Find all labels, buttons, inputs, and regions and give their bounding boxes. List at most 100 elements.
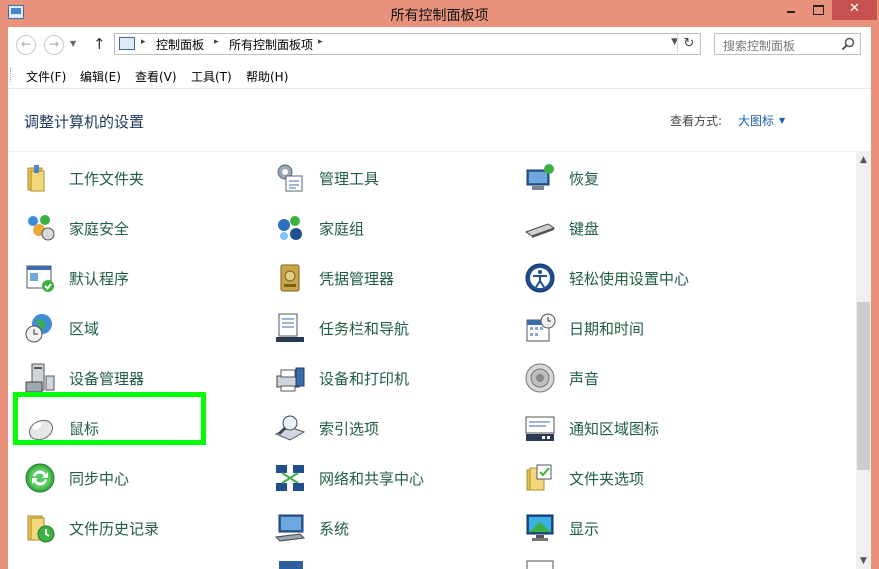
default-programs-icon: [26, 265, 54, 292]
cp-item-admin-tools[interactable]: 管理工具: [274, 159, 494, 197]
cp-item-partial[interactable]: [524, 555, 744, 569]
minimize-button[interactable]: [778, 0, 804, 20]
search-input[interactable]: 搜索控制面板: [723, 37, 795, 54]
cp-item-work-folders[interactable]: 工作文件夹: [24, 159, 244, 197]
cp-item-network[interactable]: 网络和共享中心: [274, 459, 494, 497]
work-folders-icon: [27, 165, 45, 192]
breadcrumb-separator[interactable]: ▸: [318, 37, 323, 47]
partial-icon: [279, 561, 303, 569]
cp-item-label: 设备管理器: [69, 370, 145, 388]
indexing-icon: [274, 415, 306, 441]
cp-item-label: 网络和共享中心: [319, 470, 425, 488]
credential-manager-icon: [280, 264, 300, 292]
cp-item-ease-of-access[interactable]: 轻松使用设置中心: [524, 259, 744, 297]
menu-help[interactable]: 帮助(H): [246, 68, 288, 85]
vertical-scrollbar[interactable]: ▲ ▼: [856, 152, 871, 569]
cp-item-folder-options[interactable]: 文件夹选项: [524, 459, 744, 497]
cp-item-label: 索引选项: [319, 420, 380, 438]
cp-item-family-safety[interactable]: 家庭安全: [24, 209, 244, 247]
date-time-icon: [526, 313, 556, 342]
cp-item-label: 文件历史记录: [69, 520, 160, 538]
refresh-button[interactable]: ↻: [677, 34, 700, 54]
admin-tools-icon: [277, 164, 303, 192]
address-bar[interactable]: ▸ 控制面板 ▸ 所有控制面板项 ▸ ▼ ↻: [114, 33, 701, 55]
scroll-thumb[interactable]: [857, 302, 870, 470]
cp-item-label: 设备和打印机: [319, 370, 410, 388]
cp-item-devices-printers[interactable]: 设备和打印机: [274, 359, 494, 397]
keyboard-icon: [524, 223, 556, 238]
cp-item-display[interactable]: 显示: [524, 509, 744, 547]
scroll-up-button[interactable]: ▲: [856, 152, 871, 168]
cp-item-label: 凭据管理器: [319, 270, 395, 288]
cp-item-homegroup[interactable]: 家庭组: [274, 209, 494, 247]
view-by-value: 大图标: [738, 114, 775, 128]
navigation-bar: ← → ▼ ↑ ▸ 控制面板 ▸ 所有控制面板项 ▸ ▼ ↻ 搜索控制面板: [8, 27, 871, 63]
partial-icon: [526, 560, 554, 569]
page-title: 调整计算机的设置: [24, 113, 145, 131]
selection-highlight: [13, 392, 206, 445]
cp-item-indexing[interactable]: 索引选项: [274, 409, 494, 447]
scroll-down-button[interactable]: ▼: [856, 553, 871, 569]
cp-item-label: 默认程序: [69, 270, 130, 288]
breadcrumb-separator[interactable]: ▸: [141, 37, 146, 47]
display-icon: [526, 514, 554, 541]
page-header: 调整计算机的设置 查看方式: 大图标 ▼: [8, 89, 871, 152]
cp-item-sync-center[interactable]: 同步中心: [24, 459, 244, 497]
cp-item-file-history[interactable]: 文件历史记录: [24, 509, 244, 547]
close-button[interactable]: ✕: [832, 0, 877, 20]
cp-item-credential-manager[interactable]: 凭据管理器: [274, 259, 494, 297]
breadcrumb-all-items[interactable]: 所有控制面板项: [229, 36, 313, 53]
cp-item-region[interactable]: 区域: [24, 309, 244, 347]
menu-tools[interactable]: 工具(T): [191, 68, 232, 85]
menu-file[interactable]: 文件(F): [26, 68, 66, 85]
maximize-button[interactable]: [805, 0, 831, 20]
cp-item-keyboard[interactable]: 键盘: [524, 209, 744, 247]
cp-item-sound[interactable]: 声音: [524, 359, 744, 397]
region-icon: [25, 314, 52, 343]
back-button[interactable]: ←: [16, 35, 36, 55]
cp-item-system[interactable]: 系统: [274, 509, 494, 547]
folder-options-icon: [526, 464, 552, 491]
minimize-icon: [787, 11, 795, 13]
cp-item-label: 显示: [569, 520, 600, 538]
cp-item-label: 通知区域图标: [569, 420, 660, 438]
breadcrumb-separator[interactable]: ▸: [214, 37, 219, 47]
cp-item-label: 键盘: [569, 220, 600, 238]
network-icon: [276, 465, 304, 491]
menu-grip: [10, 68, 13, 82]
cp-item-label: 家庭安全: [69, 220, 130, 238]
recent-locations-dropdown[interactable]: ▼: [70, 39, 76, 48]
menu-view[interactable]: 查看(V): [135, 68, 177, 85]
up-button[interactable]: ↑: [93, 35, 106, 53]
search-box[interactable]: 搜索控制面板: [714, 33, 861, 55]
cp-item-label: 任务栏和导航: [319, 320, 410, 338]
menu-bar: 文件(F) 编辑(E) 查看(V) 工具(T) 帮助(H): [8, 64, 871, 89]
cp-item-date-time[interactable]: 日期和时间: [524, 309, 744, 347]
window-title: 所有控制面板项: [390, 8, 489, 24]
cp-item-label: 工作文件夹: [69, 170, 145, 188]
cp-item-taskbar[interactable]: 任务栏和导航: [274, 309, 494, 347]
cp-item-label: 管理工具: [319, 170, 380, 188]
cp-item-recovery[interactable]: 恢复: [524, 159, 744, 197]
sound-icon: [525, 363, 555, 393]
cp-item-label: 家庭组: [319, 220, 365, 238]
cp-item-label: 日期和时间: [569, 320, 645, 338]
view-by-label: 查看方式:: [670, 114, 723, 128]
chevron-down-icon: ▼: [779, 116, 786, 125]
device-manager-icon: [25, 363, 55, 393]
cp-item-notification-area[interactable]: 通知区域图标: [524, 409, 744, 447]
window-frame: ← → ▼ ↑ ▸ 控制面板 ▸ 所有控制面板项 ▸ ▼ ↻ 搜索控制面板 文件…: [8, 27, 871, 569]
devices-printers-icon: [276, 367, 305, 392]
homegroup-icon: [278, 216, 302, 240]
system-icon: [274, 514, 306, 542]
cp-item-default-programs[interactable]: 默认程序: [24, 259, 244, 297]
sync-center-icon: [25, 463, 55, 493]
cp-item-partial[interactable]: [274, 555, 494, 569]
forward-button[interactable]: →: [44, 35, 64, 55]
breadcrumb-control-panel[interactable]: 控制面板: [156, 36, 204, 53]
search-icon[interactable]: [840, 36, 856, 52]
view-by-dropdown[interactable]: 大图标 ▼: [738, 112, 785, 129]
menu-edit[interactable]: 编辑(E): [80, 68, 121, 85]
maximize-icon: [812, 5, 824, 15]
cp-item-label: 同步中心: [69, 470, 130, 488]
